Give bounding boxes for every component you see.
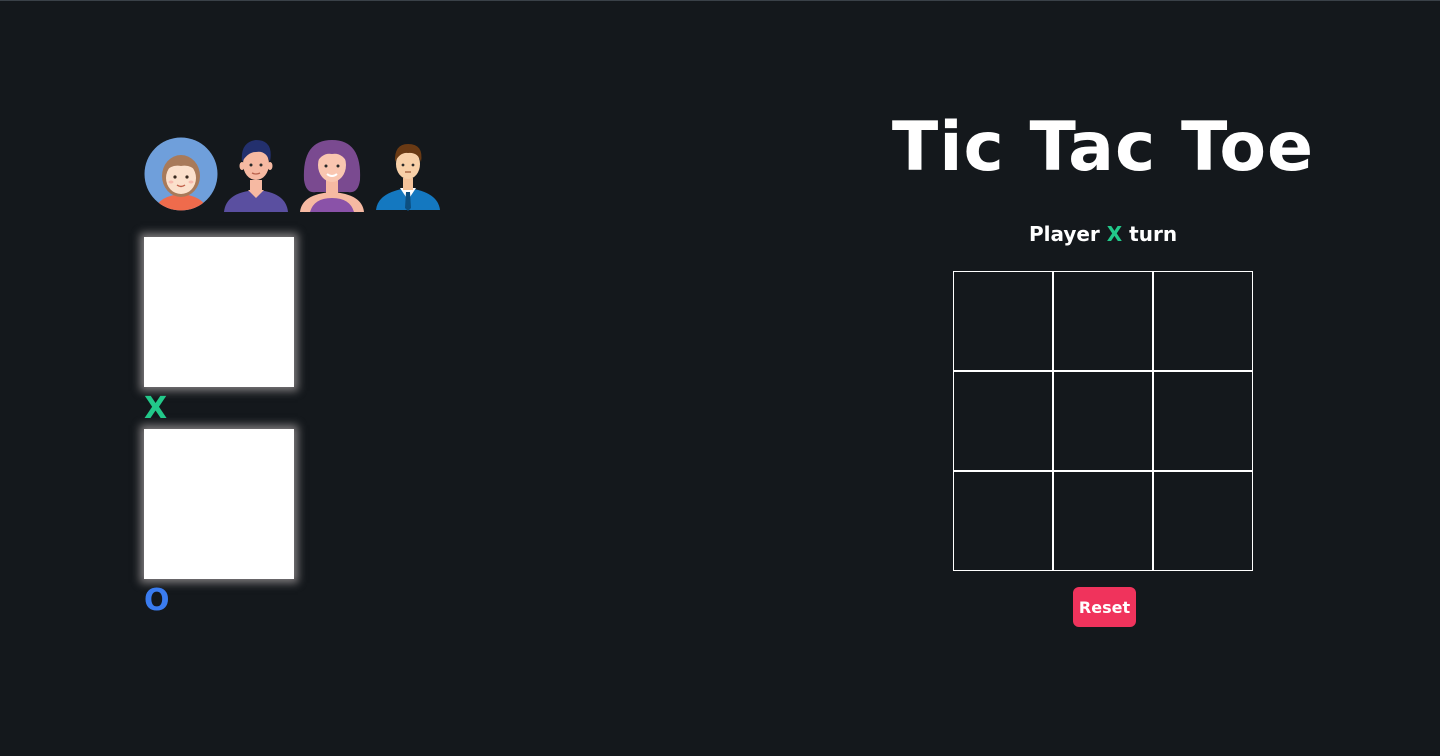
board-cell-9[interactable] — [1153, 471, 1253, 571]
board-cell-3[interactable] — [1153, 271, 1253, 371]
game-board — [953, 271, 1253, 571]
board-cell-6[interactable] — [1153, 371, 1253, 471]
turn-prefix: Player — [1028, 222, 1100, 246]
board-cell-7[interactable] — [953, 471, 1053, 571]
player-o-mark: O — [144, 583, 170, 618]
board-cell-4[interactable] — [953, 371, 1053, 471]
top-divider — [0, 0, 1440, 1]
reset-button[interactable]: Reset — [1073, 587, 1136, 627]
avatar-businessman-icon[interactable] — [372, 136, 444, 212]
avatar-girl-icon[interactable] — [144, 136, 218, 212]
avatar-man-icon[interactable] — [220, 136, 292, 212]
board-cell-8[interactable] — [1053, 471, 1153, 571]
turn-player: X — [1106, 222, 1123, 246]
player-x-card[interactable] — [144, 237, 294, 387]
player-x-mark: X — [144, 391, 168, 426]
board-cell-1[interactable] — [953, 271, 1053, 371]
player-o-card[interactable] — [144, 429, 294, 579]
turn-indicator: Player X turn — [953, 220, 1253, 248]
avatar-woman-icon[interactable] — [296, 136, 368, 212]
turn-suffix: turn — [1129, 222, 1178, 246]
game-title: Tic Tac Toe — [891, 108, 1315, 187]
avatar-row — [144, 136, 444, 212]
board-cell-2[interactable] — [1053, 271, 1153, 371]
board-cell-5[interactable] — [1053, 371, 1153, 471]
